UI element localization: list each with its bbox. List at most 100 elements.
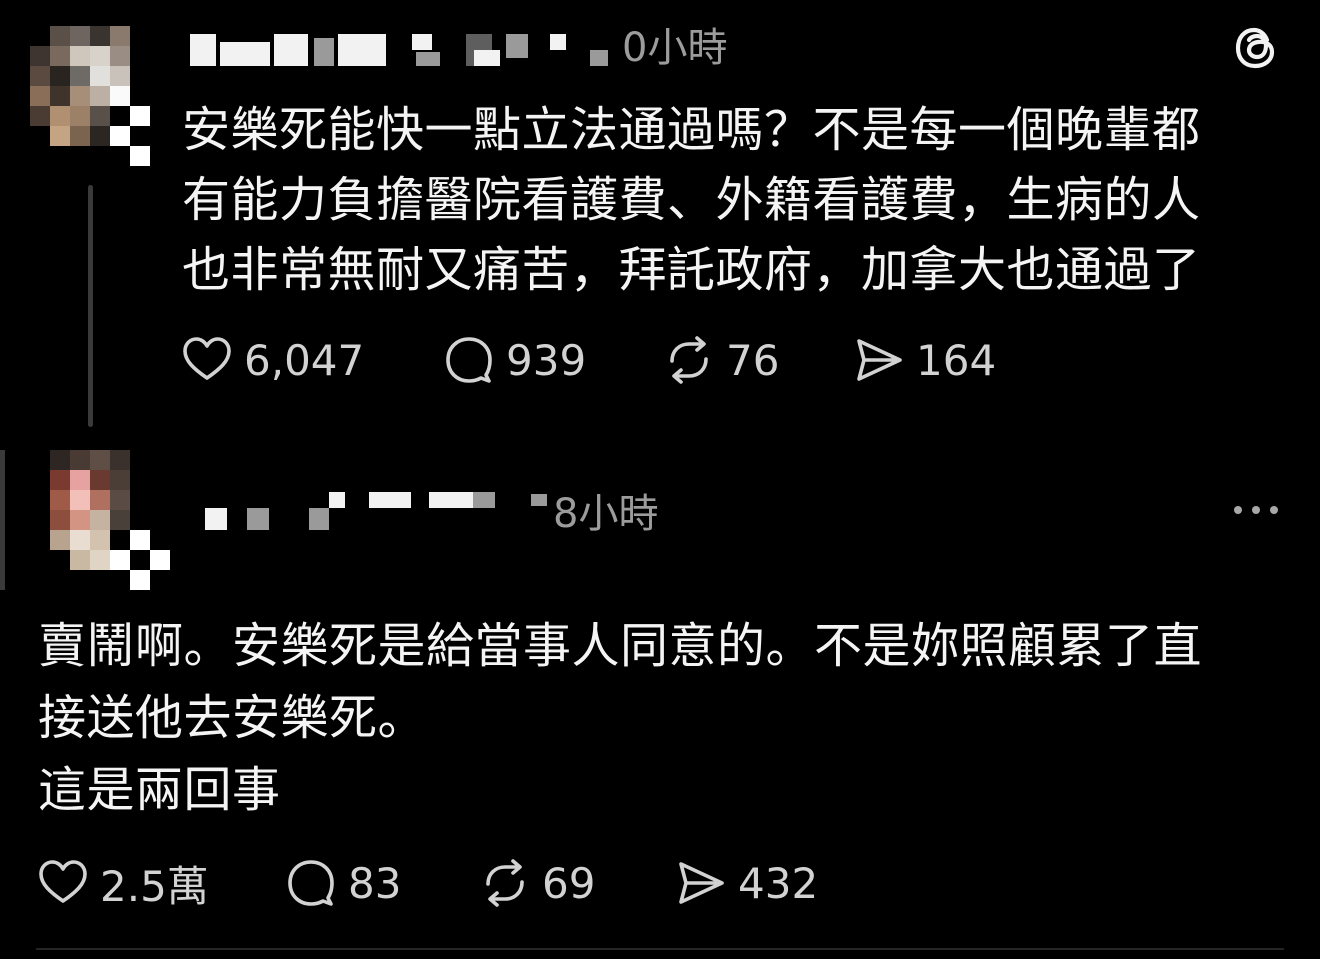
avatar-pixel <box>70 470 90 490</box>
reply-body: 賣鬧啊。安樂死是給當事人同意的。不是妳照顧累了直 接送他去安樂死。 這是兩回事 <box>38 610 1202 826</box>
avatar-pixel <box>70 450 90 470</box>
avatar-pixel <box>90 550 110 570</box>
avatar-pixel <box>150 510 170 530</box>
avatar-pixel <box>110 470 130 490</box>
avatar-pixel <box>30 450 50 470</box>
repost-button[interactable]: 76 <box>662 333 852 387</box>
avatar-pixel <box>50 510 70 530</box>
avatar-pixel <box>90 570 110 590</box>
avatar-pixel <box>50 106 70 126</box>
avatar-pixel <box>90 510 110 530</box>
reply-timestamp: 8小時 <box>553 491 659 537</box>
avatar-pixel <box>150 570 170 590</box>
avatar-pixel <box>70 86 90 106</box>
avatar-pixel <box>130 146 150 166</box>
avatar-pixel <box>70 510 90 530</box>
avatar-pixel <box>90 106 110 126</box>
avatar-pixel <box>70 530 90 550</box>
avatar-pixel <box>110 26 130 46</box>
avatar-pixel <box>90 126 110 146</box>
avatar-pixel <box>90 86 110 106</box>
like-button[interactable]: 2.5萬 <box>36 853 284 914</box>
avatar-pixel <box>30 470 50 490</box>
avatar-pixel <box>150 490 170 510</box>
avatar-pixel <box>130 550 150 570</box>
avatar-pixel <box>150 550 170 570</box>
reply-count: 939 <box>506 335 587 385</box>
avatar-pixel <box>110 450 130 470</box>
avatar-pixel <box>70 26 90 46</box>
share-button[interactable]: 164 <box>852 333 996 387</box>
threads-logo-icon[interactable] <box>1232 24 1280 72</box>
avatar-pixel <box>110 510 130 530</box>
avatar-pixel <box>30 26 50 46</box>
username-censored[interactable] <box>205 488 550 532</box>
reply-text-line: 賣鬧啊。安樂死是給當事人同意的。不是妳照顧累了直 <box>38 618 1203 674</box>
avatar-pixel <box>130 26 150 46</box>
avatar[interactable] <box>30 450 170 590</box>
avatar-pixel <box>30 146 50 166</box>
like-count: 6,047 <box>244 335 365 385</box>
avatar-pixel <box>30 510 50 530</box>
post-text-line: 安樂死能快一點立法通過嗎？不是每一個晚輩都 <box>182 102 1201 158</box>
avatar-pixel <box>30 530 50 550</box>
avatar-pixel <box>110 66 130 86</box>
avatar-pixel <box>150 450 170 470</box>
avatar-pixel <box>70 570 90 590</box>
avatar-pixel <box>30 550 50 570</box>
avatar-pixel <box>30 106 50 126</box>
avatar-pixel <box>50 450 70 470</box>
like-button[interactable]: 6,047 <box>180 333 442 387</box>
avatar-pixel <box>90 470 110 490</box>
more-options-icon[interactable] <box>1230 500 1282 520</box>
avatar-pixel <box>70 106 90 126</box>
share-button[interactable]: 432 <box>674 856 818 910</box>
reply-text-line: 接送他去安樂死。 <box>38 690 427 746</box>
avatar-pixel <box>30 126 50 146</box>
avatar-pixel <box>70 146 90 166</box>
avatar-pixel <box>110 530 130 550</box>
avatar-pixel <box>150 530 170 550</box>
divider <box>36 948 1284 950</box>
avatar-pixel <box>90 26 110 46</box>
avatar-pixel <box>90 46 110 66</box>
avatar-pixel <box>130 86 150 106</box>
repost-button[interactable]: 69 <box>478 856 674 910</box>
avatar-pixel <box>110 490 130 510</box>
avatar-pixel <box>110 550 130 570</box>
heart-icon <box>39 860 87 903</box>
avatar-pixel <box>30 86 50 106</box>
avatar-pixel <box>50 470 70 490</box>
reply-text-line: 這是兩回事 <box>38 762 281 818</box>
comment-bubble-icon <box>446 337 492 383</box>
avatar-pixel <box>30 66 50 86</box>
thread-connector-line <box>88 185 93 427</box>
avatar-pixel <box>50 66 70 86</box>
send-icon <box>857 339 902 381</box>
username-censored[interactable] <box>190 28 620 72</box>
avatar-pixel <box>50 490 70 510</box>
avatar-pixel <box>70 126 90 146</box>
avatar-pixel <box>110 46 130 66</box>
avatar-pixel <box>130 510 150 530</box>
comment-bubble-icon <box>288 860 334 906</box>
reply-button[interactable]: 83 <box>284 856 478 910</box>
avatar-pixel <box>50 530 70 550</box>
avatar-pixel <box>90 530 110 550</box>
repost-count: 76 <box>726 335 780 385</box>
avatar-pixel <box>30 46 50 66</box>
repost-icon <box>486 859 524 907</box>
avatar-pixel <box>70 490 90 510</box>
avatar[interactable] <box>30 26 150 166</box>
avatar-pixel <box>130 66 150 86</box>
avatar-pixel <box>130 126 150 146</box>
avatar-pixel <box>150 470 170 490</box>
avatar-pixel <box>30 570 50 590</box>
avatar-pixel <box>130 106 150 126</box>
reply-button[interactable]: 939 <box>442 333 662 387</box>
avatar-pixel <box>50 146 70 166</box>
avatar-pixel <box>50 570 70 590</box>
avatar-pixel <box>110 570 130 590</box>
repost-icon <box>670 336 708 384</box>
avatar-pixel <box>50 550 70 570</box>
